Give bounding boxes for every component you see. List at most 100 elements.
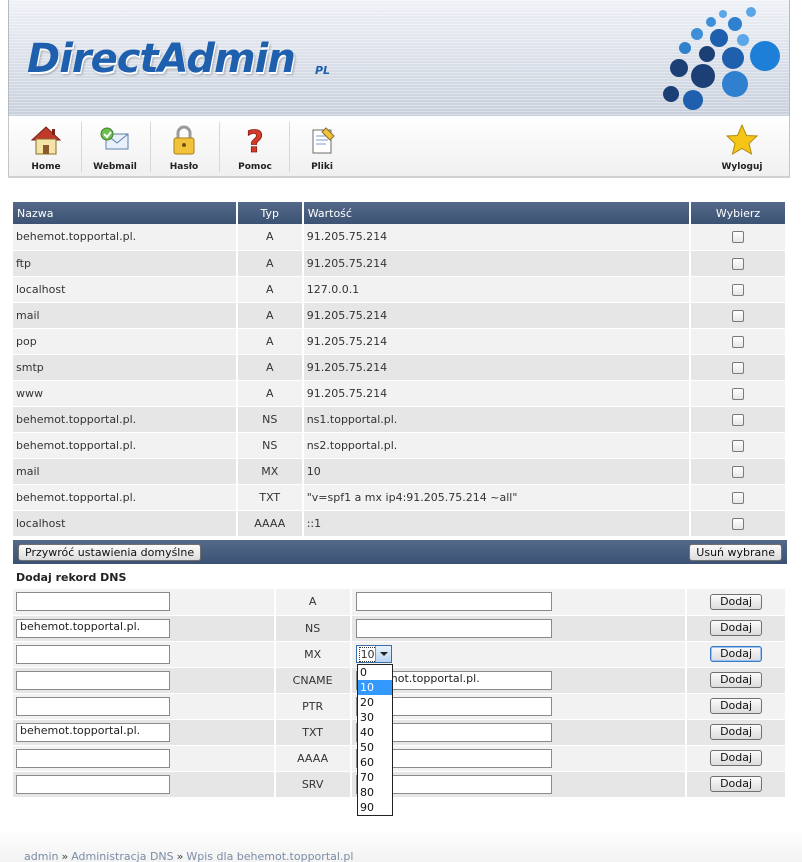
add-name-input[interactable] [16,644,170,664]
column-header-type[interactable]: Typ [236,202,304,224]
breadcrumb-dns-admin[interactable]: Administracja DNS [71,850,173,862]
mx-priority-option[interactable]: 20 [358,695,392,710]
mx-priority-option[interactable]: 50 [358,740,392,755]
table-row: mail MX 10 [13,458,787,485]
record-value: ns1.topportal.pl. [302,406,692,433]
add-name-input[interactable]: behemot.topportal.pl. [16,618,170,638]
record-value: 91.205.75.214 [302,302,692,329]
chevron-down-icon[interactable] [374,646,391,662]
toolbar-files[interactable]: Pliki [289,120,355,174]
mx-priority-option[interactable]: 40 [358,725,392,740]
add-value-cell [350,615,688,642]
mx-priority-option[interactable]: 80 [358,785,392,800]
record-select-cell [690,458,787,485]
breadcrumb-separator: » [61,850,69,862]
mx-priority-dropdown-list[interactable]: 0 10 20 30 40 50 60 70 80 90 [357,664,393,816]
add-record-row: AAAA Dodaj [13,745,787,772]
add-action-cell: Dodaj [686,589,787,616]
breadcrumb-separator: » [176,850,184,862]
add-value-cell [350,589,688,616]
record-select-checkbox[interactable] [732,283,745,296]
toolbar-password[interactable]: Hasło [151,120,217,174]
add-record-button[interactable]: Dodaj [710,593,763,610]
breadcrumb-current: Wpis dla behemot.topportal.pl [186,850,354,862]
record-select-checkbox[interactable] [732,517,745,530]
mx-priority-select[interactable]: 10 [355,645,392,663]
add-value-input[interactable] [355,618,552,638]
toolbar-logout[interactable]: Wyloguj [709,120,775,174]
column-header-select: Wybierz [690,202,787,224]
add-record-button[interactable]: Dodaj [710,698,763,714]
add-record-button[interactable]: Dodaj [710,646,763,662]
add-name-input[interactable] [16,748,170,768]
add-record-type: PTR [274,693,352,720]
dns-records-body: behemot.topportal.pl. A 91.205.75.214 ftp A 9… [13,224,787,537]
record-select-checkbox[interactable] [732,361,745,374]
toolbar-password-label: Hasło [169,162,199,172]
column-header-value[interactable]: Wartość [302,202,692,224]
record-select-checkbox[interactable] [732,309,745,322]
record-name: smtp [13,354,238,381]
restore-defaults-button[interactable]: Przywróć ustawienia domyślne [18,544,202,561]
record-type: A [236,276,304,303]
record-select-checkbox[interactable] [732,387,745,400]
mx-priority-option[interactable]: 10 [358,680,392,695]
add-value-cell [350,693,688,720]
table-row: behemot.topportal.pl. NS ns2.topportal.pl. [13,432,787,459]
record-select-checkbox[interactable] [732,335,745,348]
toolbar-help[interactable]: ? Pomoc [222,120,288,174]
record-name: behemot.topportal.pl. [13,224,238,251]
record-select-checkbox[interactable] [732,491,745,504]
add-value-input[interactable] [355,592,552,612]
add-name-input[interactable] [16,670,170,690]
record-name: behemot.topportal.pl. [13,432,238,459]
add-record-button[interactable]: Dodaj [710,776,763,792]
record-select-checkbox[interactable] [732,413,745,426]
toolbar-help-label: Pomoc [238,162,272,172]
record-select-checkbox[interactable] [732,465,745,478]
logo: DirectAdmin [27,36,296,82]
add-name-input[interactable] [16,774,170,794]
svg-text:?: ? [246,125,263,158]
add-record-button[interactable]: Dodaj [710,724,763,740]
mx-priority-option[interactable]: 30 [358,710,392,725]
table-row: pop A 91.205.75.214 [13,328,787,355]
record-select-cell [690,224,787,251]
breadcrumb-admin[interactable]: admin [24,850,58,862]
add-record-row: behemot.topportal.pl. NS Dodaj [13,615,787,642]
add-name-input[interactable] [16,696,170,716]
add-value-cell: behemot.topportal.pl. [350,667,688,694]
toolbar-home[interactable]: Home [13,120,79,174]
mx-priority-option[interactable]: 70 [358,770,392,785]
record-type: A [236,224,304,251]
lock-icon [173,125,195,155]
add-record-button[interactable]: Dodaj [710,750,763,766]
record-select-checkbox[interactable] [732,231,745,244]
record-select-checkbox[interactable] [732,257,745,270]
add-record-type: MX [274,641,352,668]
add-name-input[interactable]: behemot.topportal.pl. [16,722,170,742]
add-record-button[interactable]: Dodaj [710,620,763,636]
help-icon: ? [246,125,264,158]
mx-priority-option[interactable]: 60 [358,755,392,770]
table-row: ftp A 91.205.75.214 [13,250,787,277]
record-type: A [236,328,304,355]
add-name-cell [13,693,276,720]
add-record-type: AAAA [274,745,352,772]
record-value: ::1 [302,510,692,537]
record-select-checkbox[interactable] [732,439,745,452]
record-select-cell [690,510,787,537]
mx-priority-option[interactable]: 90 [358,800,392,815]
mx-priority-option[interactable]: 0 [358,665,392,680]
column-header-name[interactable]: Nazwa [13,202,238,224]
delete-selected-button[interactable]: Usuń wybrane [689,544,782,561]
star-icon [725,123,759,156]
record-select-cell [690,328,787,355]
add-name-input[interactable] [16,592,170,612]
record-type: AAAA [236,510,304,537]
record-name: mail [13,458,238,485]
add-name-cell: behemot.topportal.pl. [13,615,276,642]
add-action-cell: Dodaj [686,667,787,694]
add-record-button[interactable]: Dodaj [710,672,763,688]
toolbar-webmail[interactable]: Webmail [82,120,148,174]
